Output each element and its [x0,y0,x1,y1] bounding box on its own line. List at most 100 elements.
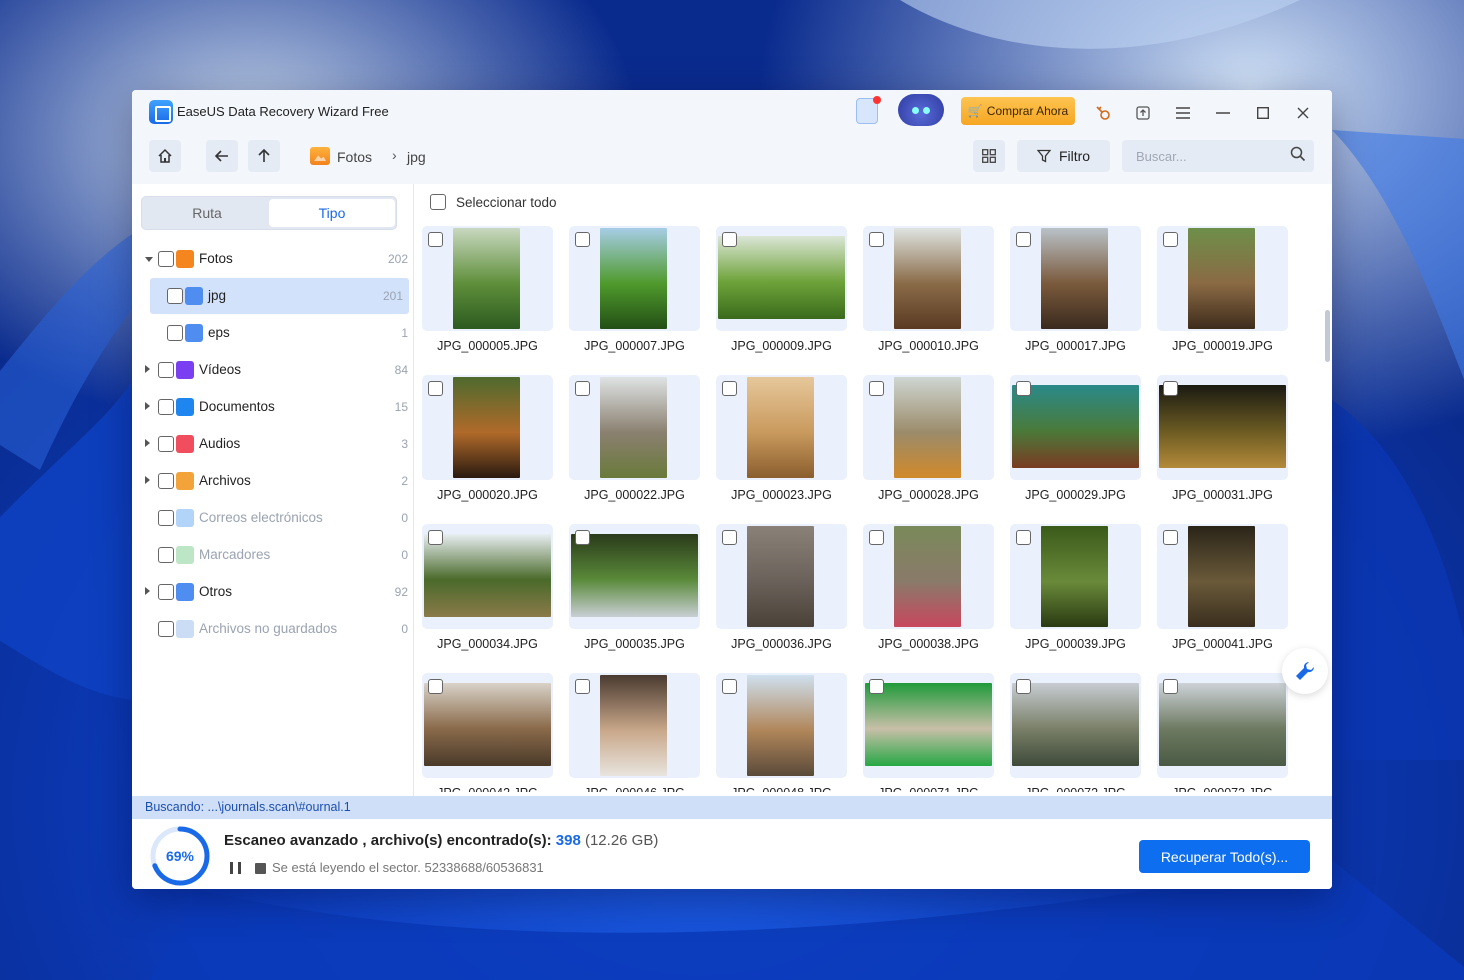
tab-tipo[interactable]: Tipo [269,199,395,227]
file-checkbox[interactable] [428,679,443,694]
tree-item-checkbox[interactable] [158,251,174,267]
thumbnail-card[interactable] [422,375,553,480]
chevron-right-icon[interactable] [145,365,150,373]
assistant-robot-icon[interactable] [898,94,944,126]
file-checkbox[interactable] [722,530,737,545]
view-toggle-button[interactable] [973,140,1005,172]
tree-item-archivos[interactable]: Archivos 2 [132,463,414,499]
thumbnail-card[interactable] [716,226,847,331]
tree-item-checkbox[interactable] [167,325,183,341]
tree-item-checkbox[interactable] [158,399,174,415]
tree-item-checkbox[interactable] [167,288,183,304]
tree-item-checkbox[interactable] [158,584,174,600]
breadcrumb-fotos[interactable]: Fotos [337,149,372,165]
thumbnail-card[interactable] [1010,226,1141,331]
tree-item-checkbox[interactable] [158,362,174,378]
tools-button[interactable] [1282,648,1328,694]
select-all[interactable]: Seleccionar todo [430,194,557,210]
back-button[interactable] [206,140,238,172]
file-checkbox[interactable] [428,381,443,396]
maximize-icon[interactable] [1250,100,1276,126]
tree-item-otros[interactable]: Otros 92 [132,574,414,610]
thumbnail-card[interactable] [422,226,553,331]
minimize-icon[interactable] [1210,100,1236,126]
file-checkbox[interactable] [722,232,737,247]
thumbnail-card[interactable] [863,226,994,331]
tree-item-checkbox[interactable] [158,473,174,489]
up-button[interactable] [248,140,280,172]
thumbnail-card[interactable] [1157,375,1288,480]
thumbnail-card[interactable] [863,673,994,778]
tree-item-checkbox[interactable] [158,436,174,452]
file-checkbox[interactable] [869,232,884,247]
file-checkbox[interactable] [1016,530,1031,545]
chevron-down-icon[interactable] [145,257,153,262]
thumbnail-card[interactable] [1157,524,1288,629]
upload-log-icon[interactable] [1130,100,1156,126]
thumbnail-card[interactable] [1010,375,1141,480]
file-checkbox[interactable] [428,530,443,545]
tree-item-correos-electrónicos[interactable]: Correos electrónicos 0 [132,500,414,536]
thumbnail-card[interactable] [569,375,700,480]
tree-item-documentos[interactable]: Documentos 15 [132,389,414,425]
file-checkbox[interactable] [869,679,884,694]
grid-scrollbar[interactable] [1325,310,1330,362]
file-checkbox[interactable] [1016,381,1031,396]
filter-button[interactable]: Filtro [1017,140,1110,172]
thumbnail-card[interactable] [422,673,553,778]
thumbnail-card[interactable] [569,673,700,778]
tree-item-audios[interactable]: Audios 3 [132,426,414,462]
file-checkbox[interactable] [869,530,884,545]
thumbnail-card[interactable] [863,375,994,480]
pause-icon[interactable] [230,862,242,874]
file-checkbox[interactable] [869,381,884,396]
breadcrumb-jpg[interactable]: jpg [407,149,426,165]
home-button[interactable] [149,140,181,172]
tree-item-jpg[interactable]: jpg 201 [150,278,409,314]
chevron-right-icon[interactable] [145,587,150,595]
tab-ruta[interactable]: Ruta [144,199,270,227]
recover-all-button[interactable]: Recuperar Todo(s)... [1139,840,1310,873]
key-icon[interactable] [1090,100,1116,126]
select-all-checkbox[interactable] [430,194,446,210]
chevron-right-icon[interactable] [145,476,150,484]
thumbnail-card[interactable] [1010,524,1141,629]
tree-item-archivos-no-guardados[interactable]: Archivos no guardados 0 [132,611,414,647]
file-checkbox[interactable] [575,232,590,247]
tree-item-checkbox[interactable] [158,621,174,637]
file-checkbox[interactable] [1016,679,1031,694]
thumbnail-card[interactable] [569,226,700,331]
thumbnail-card[interactable] [1010,673,1141,778]
tree-item-fotos[interactable]: Fotos 202 [132,241,414,277]
file-checkbox[interactable] [1163,530,1178,545]
file-checkbox[interactable] [1163,381,1178,396]
thumbnail-card[interactable] [716,375,847,480]
thumbnail-card[interactable] [716,524,847,629]
file-checkbox[interactable] [722,679,737,694]
buy-now-button[interactable]: 🛒 Comprar Ahora [961,97,1075,125]
file-checkbox[interactable] [1163,679,1178,694]
thumbnail-card[interactable] [1157,226,1288,331]
tree-item-checkbox[interactable] [158,547,174,563]
tree-item-marcadores[interactable]: Marcadores 0 [132,537,414,573]
close-icon[interactable] [1290,100,1316,126]
file-checkbox[interactable] [428,232,443,247]
file-checkbox[interactable] [575,530,590,545]
file-checkbox[interactable] [575,679,590,694]
thumbnail-card[interactable] [716,673,847,778]
thumbnail-card[interactable] [1157,673,1288,778]
stop-icon[interactable] [255,863,266,874]
tree-item-vídeos[interactable]: Vídeos 84 [132,352,414,388]
file-checkbox[interactable] [1016,232,1031,247]
tree-item-checkbox[interactable] [158,510,174,526]
search-input[interactable] [1122,140,1314,172]
chevron-right-icon[interactable] [145,439,150,447]
thumbnail-card[interactable] [569,524,700,629]
clipboard-notification-icon[interactable] [856,96,881,124]
chevron-right-icon[interactable] [145,402,150,410]
file-checkbox[interactable] [1163,232,1178,247]
menu-icon[interactable] [1170,100,1196,126]
thumbnail-card[interactable] [422,524,553,629]
file-checkbox[interactable] [722,381,737,396]
tree-item-eps[interactable]: eps 1 [132,315,414,351]
